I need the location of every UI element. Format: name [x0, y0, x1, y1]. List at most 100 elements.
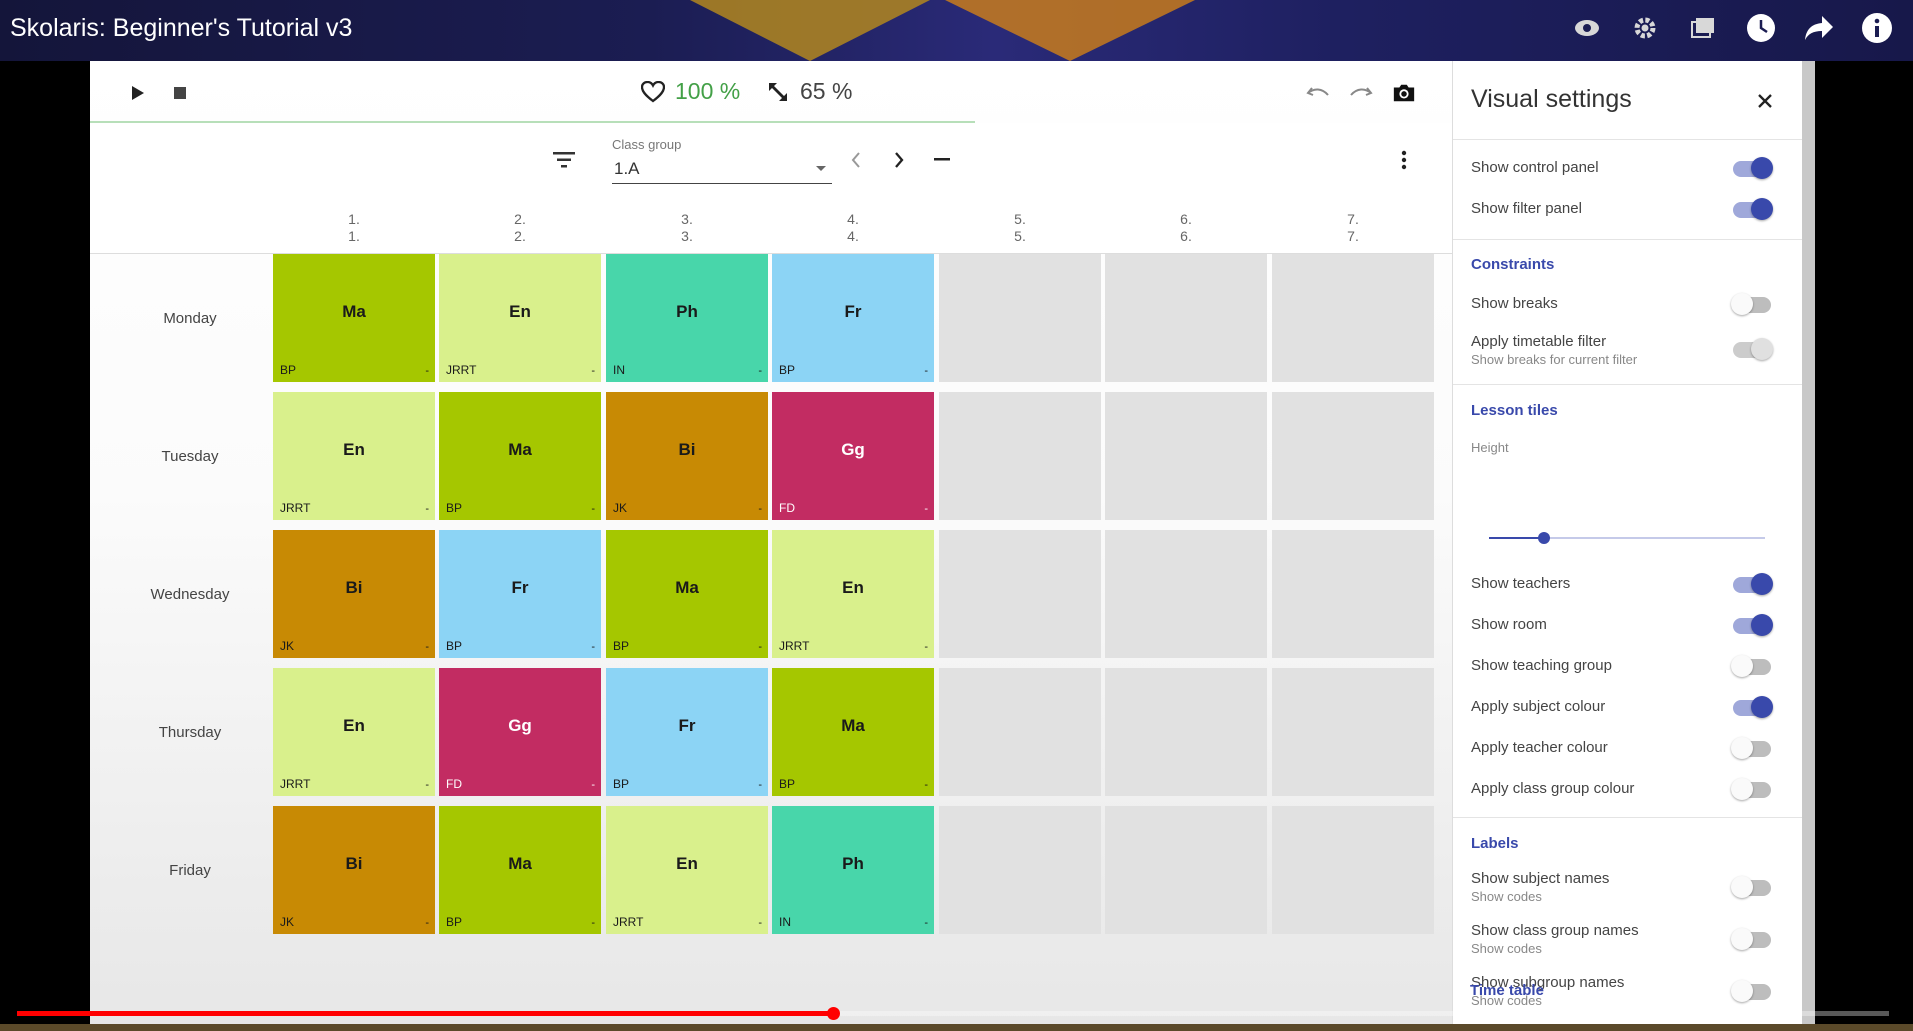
empty-slot[interactable]	[1272, 668, 1434, 796]
day-label: Friday	[169, 862, 211, 879]
empty-slot[interactable]	[1272, 254, 1434, 382]
lesson-teacher: IN	[613, 363, 625, 377]
lesson-tile[interactable]: Ma BP -	[439, 806, 601, 934]
scrollbar[interactable]	[1802, 61, 1815, 1026]
show-breaks-toggle[interactable]	[1731, 293, 1771, 315]
class-group-value: 1.A	[614, 159, 640, 178]
playlist-icon[interactable]	[1685, 10, 1721, 46]
lesson-tile[interactable]: Ma BP -	[273, 254, 435, 382]
filter-icon[interactable]	[552, 148, 576, 172]
class-group-select[interactable]: 1.A	[612, 155, 832, 184]
lesson-tile[interactable]: En JRRT -	[606, 806, 768, 934]
health-value: 100 %	[675, 78, 741, 104]
lesson-teacher: JRRT	[280, 777, 311, 791]
lesson-tile[interactable]: Bi JK -	[273, 806, 435, 934]
lesson-tile[interactable]: Fr BP -	[772, 254, 934, 382]
chevron-down-icon	[816, 166, 826, 171]
period-number: 6.	[1180, 211, 1192, 227]
period-header: 6. 6.	[1105, 211, 1267, 245]
lesson-tile[interactable]: Gg FD -	[772, 392, 934, 520]
lesson-tile[interactable]: Bi JK -	[606, 392, 768, 520]
empty-slot[interactable]	[939, 254, 1101, 382]
resize-arrows-icon	[769, 82, 787, 101]
empty-slot[interactable]	[1105, 806, 1267, 934]
chevron-left-icon[interactable]	[844, 148, 868, 172]
lesson-room: -	[924, 917, 928, 929]
slider-thumb[interactable]	[1538, 532, 1551, 544]
video-title[interactable]: Skolaris: Beginner's Tutorial v3	[10, 14, 352, 43]
empty-slot[interactable]	[939, 806, 1101, 934]
empty-slot[interactable]	[939, 530, 1101, 658]
apply-class-group-colour-toggle[interactable]	[1731, 778, 1771, 800]
lesson-tile[interactable]: Fr BP -	[439, 530, 601, 658]
lesson-tile[interactable]: Ma BP -	[772, 668, 934, 796]
lesson-room: -	[425, 503, 429, 515]
apply-timetable-filter-toggle[interactable]	[1733, 338, 1773, 360]
show-subgroup-names-toggle[interactable]	[1731, 980, 1771, 1002]
lesson-subject: En	[343, 716, 365, 735]
empty-slot[interactable]	[1272, 530, 1434, 658]
setting-label: Show teachers	[1471, 575, 1571, 592]
setting-title: Show subject names	[1471, 870, 1610, 887]
empty-slot[interactable]	[1105, 254, 1267, 382]
lesson-subject: En	[842, 578, 864, 597]
empty-slot[interactable]	[1105, 392, 1267, 520]
lesson-teacher: BP	[446, 639, 463, 653]
day-label: Monday	[163, 310, 217, 327]
empty-slot[interactable]	[939, 668, 1101, 796]
lesson-tile[interactable]: Ma BP -	[606, 530, 768, 658]
collapse-button[interactable]	[930, 148, 954, 172]
play-button[interactable]	[126, 81, 150, 105]
show-teachers-toggle[interactable]	[1733, 573, 1773, 595]
show-control-panel-toggle[interactable]	[1733, 157, 1773, 179]
stop-button[interactable]	[168, 81, 192, 105]
empty-slot[interactable]	[1105, 668, 1267, 796]
eye-icon[interactable]	[1569, 10, 1605, 46]
show-filter-panel-toggle[interactable]	[1733, 198, 1773, 220]
lesson-tile[interactable]: En JRRT -	[273, 668, 435, 796]
setting-label: Show control panel	[1471, 159, 1599, 176]
show-subject-names-toggle[interactable]	[1731, 876, 1771, 898]
lesson-tile[interactable]: En JRRT -	[772, 530, 934, 658]
setting-label: Apply teacher colour	[1471, 739, 1608, 756]
lesson-teacher: JRRT	[613, 915, 644, 929]
lesson-tile[interactable]: Ph IN -	[772, 806, 934, 934]
share-icon[interactable]	[1801, 10, 1837, 46]
lesson-tile[interactable]: Fr BP -	[606, 668, 768, 796]
lesson-subject: Fr	[511, 578, 529, 597]
watch-later-icon[interactable]	[1743, 10, 1779, 46]
lesson-room: -	[758, 779, 762, 791]
redo-icon[interactable]	[1349, 81, 1373, 105]
lesson-tile[interactable]: Gg FD -	[439, 668, 601, 796]
info-icon[interactable]	[1859, 10, 1895, 46]
lesson-tile[interactable]: Ph IN -	[606, 254, 768, 382]
video-progress-bar[interactable]	[17, 1007, 1889, 1020]
empty-slot[interactable]	[1272, 806, 1434, 934]
lesson-room: -	[591, 917, 595, 929]
camera-icon[interactable]	[1392, 81, 1416, 105]
lesson-room: -	[425, 641, 429, 653]
close-icon[interactable]	[1751, 87, 1779, 115]
period-header: 3. 3.	[606, 211, 768, 245]
class-group-label: Class group	[612, 137, 682, 152]
period-sub: 3.	[681, 228, 693, 244]
more-vertical-icon[interactable]	[1392, 148, 1416, 172]
lesson-tile[interactable]: Ma BP -	[439, 392, 601, 520]
lesson-tile[interactable]: Bi JK -	[273, 530, 435, 658]
empty-slot[interactable]	[1272, 392, 1434, 520]
apply-teacher-colour-toggle[interactable]	[1731, 737, 1771, 759]
empty-slot[interactable]	[939, 392, 1101, 520]
show-teaching-group-toggle[interactable]	[1731, 655, 1771, 677]
lesson-tile[interactable]: En JRRT -	[439, 254, 601, 382]
gear-icon[interactable]	[1627, 10, 1663, 46]
show-room-toggle[interactable]	[1733, 614, 1773, 636]
height-slider[interactable]	[1489, 532, 1765, 544]
empty-slot[interactable]	[1105, 530, 1267, 658]
lesson-teacher: JRRT	[446, 363, 477, 377]
chevron-right-icon[interactable]	[887, 148, 911, 172]
period-number: 5.	[1014, 211, 1026, 227]
undo-icon[interactable]	[1306, 81, 1330, 105]
apply-subject-colour-toggle[interactable]	[1733, 696, 1773, 718]
show-class-group-names-toggle[interactable]	[1731, 928, 1771, 950]
lesson-tile[interactable]: En JRRT -	[273, 392, 435, 520]
